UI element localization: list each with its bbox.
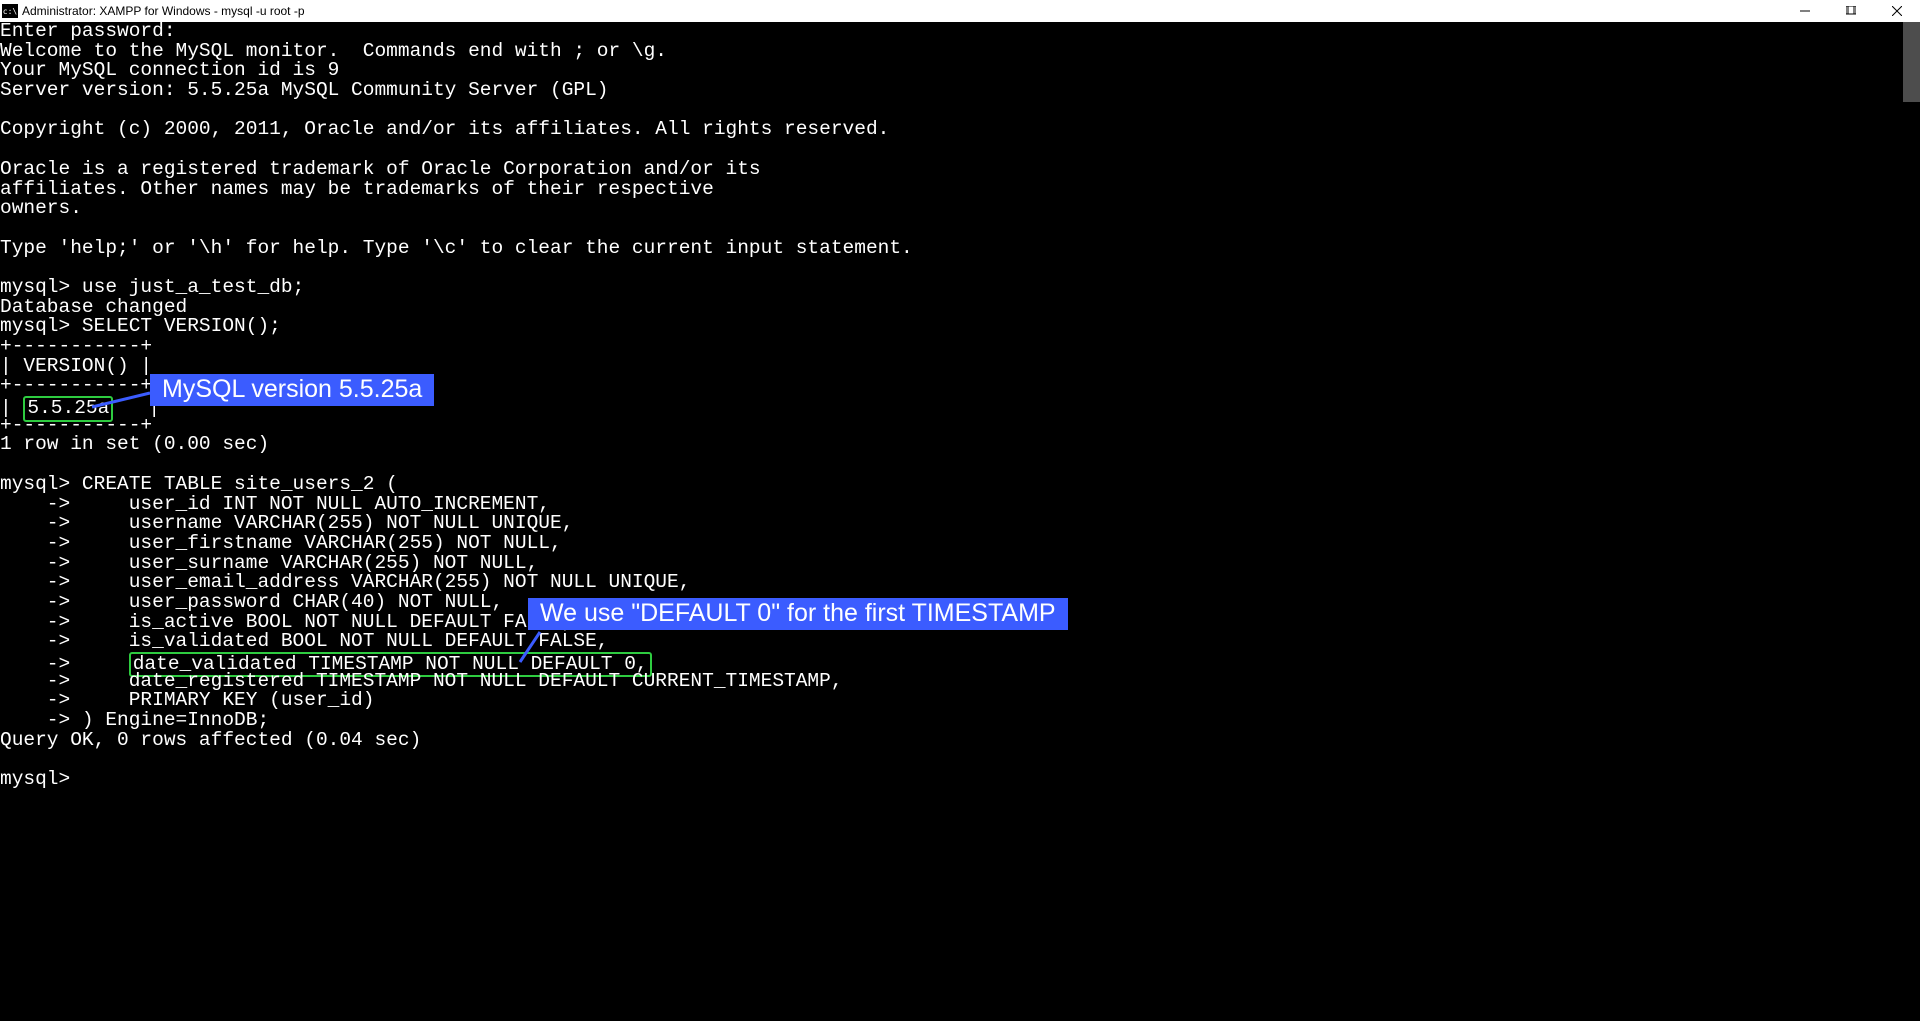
terminal-line: affiliates. Other names may be trademark… [0, 180, 1920, 200]
terminal-line: Enter password: [0, 22, 1920, 42]
scrollbar-thumb[interactable] [1903, 22, 1920, 102]
terminal-line: owners. [0, 199, 1920, 219]
terminal-line: -> is_validated BOOL NOT NULL DEFAULT FA… [0, 632, 1920, 652]
annotation-version: MySQL version 5.5.25a [150, 374, 434, 406]
annotation-timestamp: We use "DEFAULT 0" for the first TIMESTA… [528, 598, 1068, 630]
scrollbar[interactable] [1903, 22, 1920, 1021]
terminal-line: +-----------+ [0, 337, 1920, 357]
terminal-line: -> user_firstname VARCHAR(255) NOT NULL, [0, 534, 1920, 554]
close-button[interactable] [1874, 0, 1920, 22]
annotation-version-text: MySQL version 5.5.25a [162, 375, 422, 403]
terminal-line [0, 140, 1920, 160]
terminal-line: -> ) Engine=InnoDB; [0, 711, 1920, 731]
terminal-line: -> username VARCHAR(255) NOT NULL UNIQUE… [0, 514, 1920, 534]
terminal-line [0, 455, 1920, 475]
maximize-button[interactable] [1828, 0, 1874, 22]
terminal-line: mysql> CREATE TABLE site_users_2 ( [0, 475, 1920, 495]
terminal-line: mysql> use just_a_test_db; [0, 278, 1920, 298]
terminal-line: +-----------+ [0, 416, 1920, 436]
terminal-line: 1 row in set (0.00 sec) [0, 435, 1920, 455]
window-title: Administrator: XAMPP for Windows - mysql… [22, 4, 305, 18]
terminal-line: -> date_validated TIMESTAMP NOT NULL DEF… [0, 652, 1920, 672]
terminal-area[interactable]: Enter password:Welcome to the MySQL moni… [0, 22, 1920, 1021]
terminal-line: Query OK, 0 rows affected (0.04 sec) [0, 731, 1920, 751]
terminal-line: Server version: 5.5.25a MySQL Community … [0, 81, 1920, 101]
terminal-line: Oracle is a registered trademark of Orac… [0, 160, 1920, 180]
annotation-timestamp-text: We use "DEFAULT 0" for the first TIMESTA… [540, 599, 1056, 627]
terminal-line: mysql> [0, 770, 1920, 790]
terminal-line: -> PRIMARY KEY (user_id) [0, 691, 1920, 711]
terminal-line [0, 219, 1920, 239]
terminal-line: Type 'help;' or '\h' for help. Type '\c'… [0, 239, 1920, 259]
terminal-line: mysql> SELECT VERSION(); [0, 317, 1920, 337]
terminal-line: -> user_email_address VARCHAR(255) NOT N… [0, 573, 1920, 593]
annotation-connector-2 [520, 632, 580, 672]
annotation-connector-1 [92, 385, 152, 415]
terminal-line: Copyright (c) 2000, 2011, Oracle and/or … [0, 120, 1920, 140]
terminal-line: Database changed [0, 298, 1920, 318]
window-titlebar: c:\ Administrator: XAMPP for Windows - m… [0, 0, 1920, 22]
minimize-button[interactable] [1782, 0, 1828, 22]
terminal-line [0, 258, 1920, 278]
cmd-icon: c:\ [2, 4, 18, 18]
window-controls [1782, 0, 1920, 22]
terminal-line [0, 750, 1920, 770]
